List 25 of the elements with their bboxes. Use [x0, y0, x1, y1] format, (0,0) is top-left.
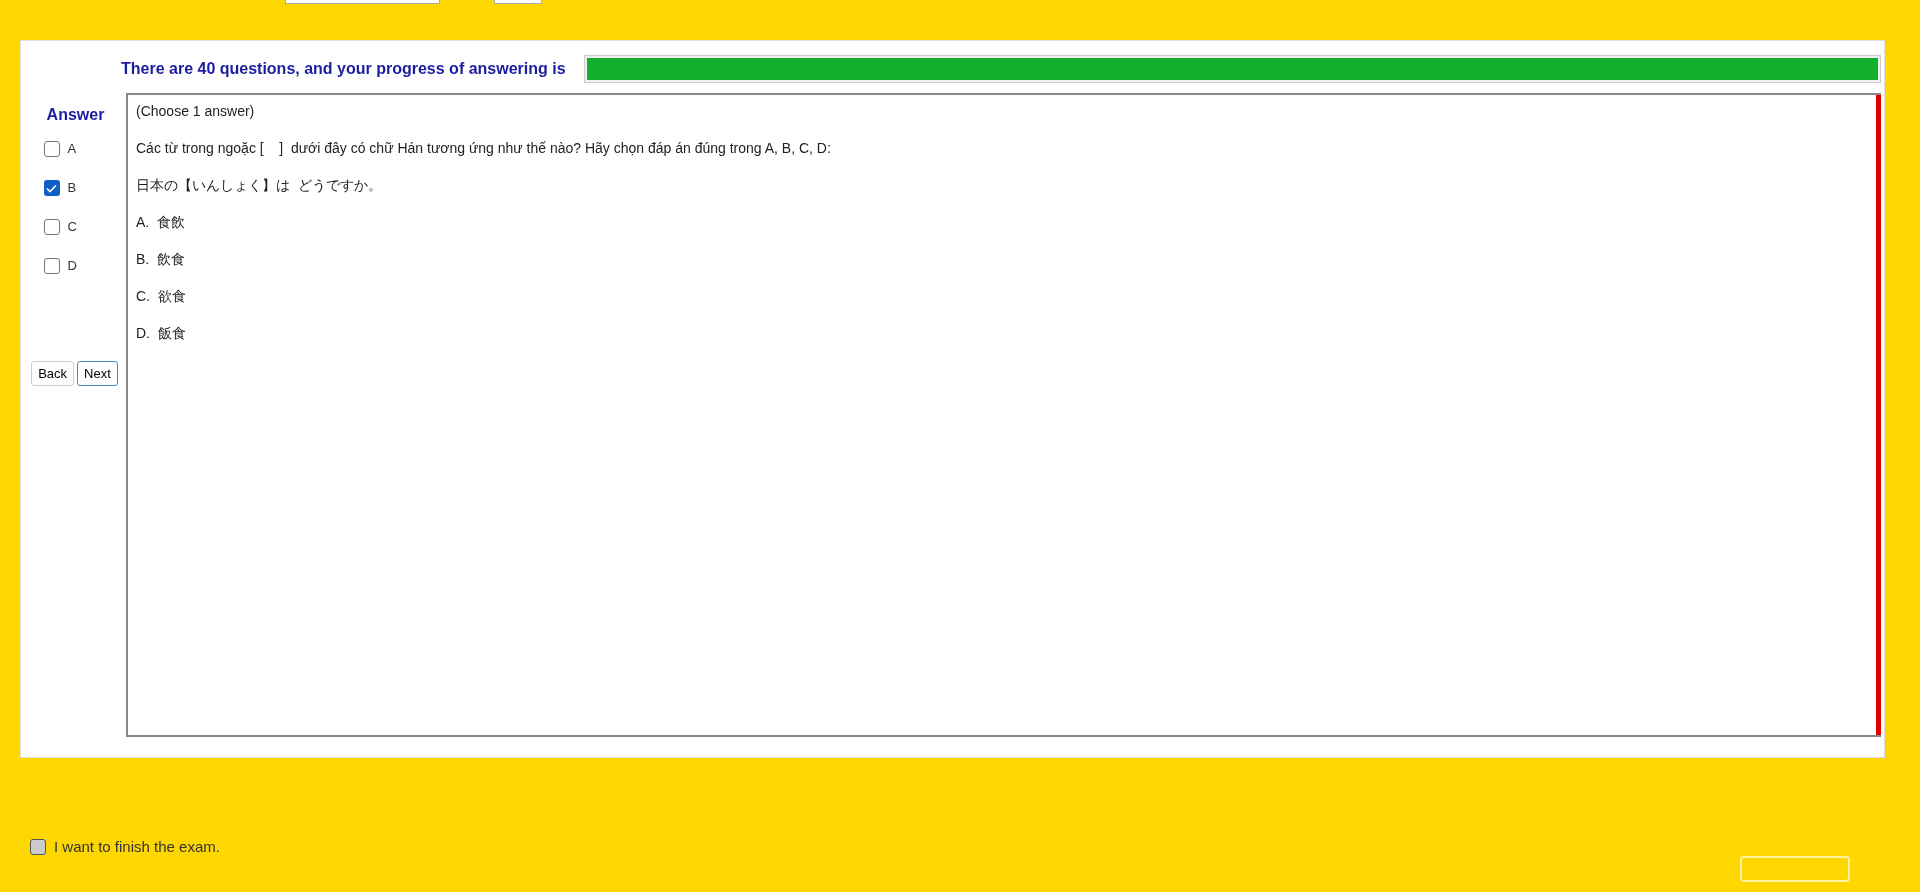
top-field[interactable]: [285, 0, 440, 4]
option-label: C: [67, 218, 77, 237]
finish-checkbox[interactable]: [30, 838, 46, 855]
question-text: Các từ trong ngoặc [ ] dưới đây có chữ Hán tương ứng như thế nào? Hãy chọn đáp án đúng trong A, B, C, D:: [136, 139, 832, 158]
finish-label: I want to finish the exam.: [54, 836, 220, 857]
answer-checkbox[interactable]: [43, 258, 60, 274]
back-button[interactable]: Back: [31, 361, 75, 386]
question-text: B. 飲食: [136, 250, 186, 269]
instruction-text: (Choose 1 answer): [136, 102, 256, 121]
scrollbar[interactable]: [1876, 95, 1881, 735]
next-button[interactable]: Next: [77, 361, 118, 386]
top-box[interactable]: [494, 0, 542, 4]
progress-label: There are 40 questions, and your progress of answering is: [121, 59, 566, 79]
option-label: B: [67, 179, 77, 198]
answer-checkbox[interactable]: [43, 141, 60, 157]
option-label: D: [67, 257, 77, 276]
option-label: A: [67, 140, 77, 159]
answer-checkbox[interactable]: [43, 180, 60, 196]
question-text: C. 欲食: [136, 287, 187, 306]
check-icon: [46, 183, 57, 193]
question-text: A. 食飲: [136, 213, 186, 232]
question-text: 日本の【いんしょく】は どうですか。: [136, 176, 383, 195]
answer-checkbox[interactable]: [43, 219, 60, 235]
answer-title: Answer: [46, 105, 105, 125]
question-text: D. 飯食: [136, 324, 187, 343]
